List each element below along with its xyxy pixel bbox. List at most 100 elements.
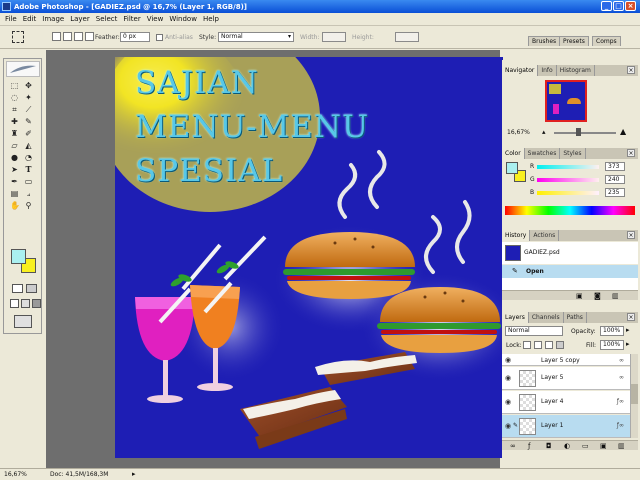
close-icon[interactable]: × (627, 231, 635, 239)
b-input[interactable]: 235 (605, 188, 625, 197)
eye-icon[interactable]: ◉ (505, 356, 513, 364)
subtract-selection-icon[interactable] (74, 32, 83, 41)
healing-brush-tool-icon[interactable]: ✚ (10, 117, 19, 126)
close-icon[interactable]: × (627, 313, 635, 321)
add-mask-icon[interactable]: ◘ (546, 442, 552, 450)
menu-file[interactable]: File (2, 15, 20, 23)
eye-icon[interactable]: ◉ (505, 398, 513, 406)
blend-mode-select[interactable]: Normal (505, 326, 563, 336)
intersect-selection-icon[interactable] (85, 32, 94, 41)
eye-icon[interactable]: ◉ (505, 422, 513, 430)
shape-tool-icon[interactable]: ▭ (24, 177, 33, 186)
document-canvas[interactable]: SAJIAN MENU-MENU SPESIAL (115, 57, 503, 458)
tab-channels[interactable]: Channels (529, 312, 564, 323)
menu-layer[interactable]: Layer (67, 15, 93, 23)
r-input[interactable]: 373 (605, 162, 625, 171)
menu-help[interactable]: Help (200, 15, 222, 23)
g-input[interactable]: 240 (605, 175, 625, 184)
jump-to-imageready-icon[interactable] (14, 315, 32, 328)
layer-row[interactable]: ◉ Layer 4 ƒ∞ (502, 391, 638, 414)
foreground-color-swatch[interactable] (11, 249, 26, 264)
lasso-tool-icon[interactable]: ◌ (10, 93, 19, 102)
paint-bucket-tool-icon[interactable]: ◭ (24, 141, 33, 150)
tab-brushes[interactable]: Brushes (528, 36, 561, 46)
pen-tool-icon[interactable]: ✒ (10, 177, 19, 186)
new-document-icon[interactable]: ▣ (576, 292, 583, 300)
full-screen-icon[interactable] (32, 299, 41, 308)
tab-swatches[interactable]: Swatches (525, 148, 561, 159)
fill-input[interactable]: 100% (600, 340, 624, 350)
lock-transparency-icon[interactable] (523, 341, 531, 349)
height-input[interactable] (395, 32, 419, 42)
menu-view[interactable]: View (144, 15, 167, 23)
adjustment-layer-icon[interactable]: ◐ (564, 442, 570, 450)
trash-icon[interactable]: ▥ (618, 442, 625, 450)
tab-styles[interactable]: Styles (560, 148, 586, 159)
menu-select[interactable]: Select (93, 15, 121, 23)
notes-tool-icon[interactable]: ▤ (10, 189, 19, 198)
history-snapshot-row[interactable]: GADIEZ.psd (502, 242, 638, 264)
tab-presets[interactable]: Presets (559, 36, 589, 46)
style-select[interactable]: Normal ▾ (218, 32, 294, 42)
antialias-checkbox[interactable] (156, 34, 163, 41)
standard-screen-icon[interactable] (10, 299, 19, 308)
blur-tool-icon[interactable]: ● (10, 153, 19, 162)
lock-pixels-icon[interactable] (534, 341, 542, 349)
lock-position-icon[interactable] (545, 341, 553, 349)
status-arrow-icon[interactable]: ▸ (132, 470, 136, 478)
menu-image[interactable]: Image (39, 15, 67, 23)
zoom-in-icon[interactable]: ▲ (620, 127, 631, 136)
add-selection-icon[interactable] (63, 32, 72, 41)
new-layer-icon[interactable]: ▣ (600, 442, 607, 450)
zoom-tool-icon[interactable]: ⚲ (24, 201, 33, 210)
navigator-zoom-value[interactable]: 16,67% (507, 129, 530, 136)
zoom-slider[interactable] (554, 132, 616, 134)
layers-scrollbar[interactable] (630, 354, 638, 438)
hand-tool-icon[interactable]: ✋ (10, 201, 20, 210)
standard-mode-icon[interactable] (12, 284, 23, 293)
layer-row-selected[interactable]: ◉ ✎ Layer 1 ƒ∞ (502, 415, 638, 438)
brush-tool-icon[interactable]: ✎ (24, 117, 33, 126)
crop-tool-icon[interactable]: ⌗ (10, 105, 19, 114)
eye-icon[interactable]: ◉ (505, 374, 513, 382)
tab-navigator[interactable]: Navigator (502, 65, 539, 76)
eraser-tool-icon[interactable]: ▱ (10, 141, 19, 150)
history-brush-tool-icon[interactable]: ✐ (24, 129, 33, 138)
marquee-tool-preset-icon[interactable] (12, 31, 24, 43)
effects-icon[interactable]: ƒ∞ (617, 398, 624, 405)
menu-filter[interactable]: Filter (120, 15, 143, 23)
layer-row[interactable]: ◉ Layer 5 copy ∞ (502, 354, 638, 366)
zoom-slider-thumb[interactable] (576, 128, 581, 136)
r-slider[interactable] (537, 165, 599, 169)
magic-wand-tool-icon[interactable]: ✦ (24, 93, 33, 102)
close-button[interactable]: × (625, 1, 636, 11)
new-snapshot-icon[interactable]: ◙ (594, 292, 601, 300)
b-slider[interactable] (537, 191, 599, 195)
quick-mask-icon[interactable] (26, 284, 37, 293)
lock-all-icon[interactable] (556, 341, 564, 349)
feather-input[interactable]: 0 px (120, 32, 150, 42)
opacity-input[interactable]: 100% (600, 326, 624, 336)
color-foreground-swatch[interactable] (506, 162, 518, 174)
maximize-button[interactable]: □ (613, 1, 624, 11)
zoom-out-icon[interactable]: ▴ (542, 128, 551, 136)
slice-tool-icon[interactable]: ⟋ (24, 105, 33, 114)
clone-stamp-tool-icon[interactable]: ♜ (10, 129, 19, 138)
eyedropper-tool-icon[interactable]: ⟓ (24, 189, 33, 198)
dodge-tool-icon[interactable]: ◔ (24, 153, 33, 162)
tab-comps[interactable]: Comps (592, 36, 621, 46)
path-selection-tool-icon[interactable]: ➤ (10, 165, 19, 174)
new-selection-icon[interactable] (52, 32, 61, 41)
menu-edit[interactable]: Edit (20, 15, 40, 23)
trash-icon[interactable]: ▥ (612, 292, 619, 300)
effects-icon[interactable]: ƒ∞ (617, 422, 624, 429)
menu-window[interactable]: Window (166, 15, 200, 23)
add-style-icon[interactable]: ƒ (528, 442, 530, 450)
tab-color[interactable]: Color (502, 148, 525, 159)
navigator-thumbnail[interactable] (545, 80, 587, 122)
fill-arrow-icon[interactable]: ▸ (626, 340, 630, 348)
link-layers-icon[interactable]: ∞ (510, 442, 516, 450)
tab-actions[interactable]: Actions (530, 230, 560, 241)
marquee-tool-icon[interactable]: ⬚ (10, 81, 19, 90)
g-slider[interactable] (537, 178, 599, 182)
